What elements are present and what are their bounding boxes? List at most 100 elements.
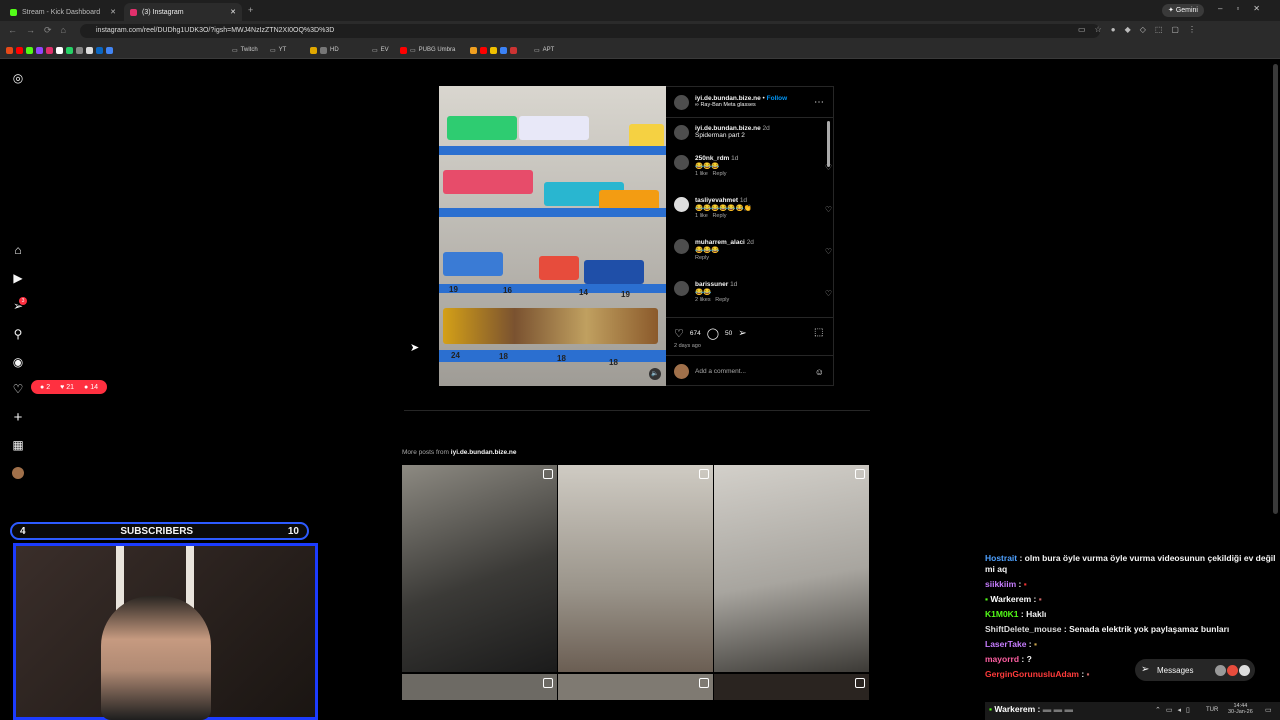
- bookmark-icons[interactable]: [6, 44, 113, 56]
- chat-text: : Haklı: [1018, 609, 1047, 619]
- profile-avatar[interactable]: [10, 465, 26, 481]
- bookmark-yt[interactable]: ▭ YT: [270, 44, 286, 56]
- comment-user[interactable]: 250nk_rdm: [695, 155, 729, 162]
- reply-link[interactable]: Reply: [712, 171, 726, 177]
- comment-user[interactable]: barissuner: [695, 281, 728, 288]
- instagram-logo-icon[interactable]: ◎: [10, 70, 26, 86]
- chat-user: Warkerem: [990, 594, 1032, 604]
- emote-icon: ▪: [1023, 579, 1027, 589]
- tray-icons[interactable]: ⌃▭◂▯: [1155, 706, 1195, 714]
- address-bar[interactable]: instagram.com/reel/DUDhg1UDK3O/?igsh=MWJ…: [80, 24, 1100, 38]
- bookmark-ev[interactable]: ▭ EV: [372, 44, 389, 56]
- home-icon[interactable]: ⌂: [10, 242, 26, 258]
- language-indicator[interactable]: TUR: [1206, 707, 1218, 713]
- comments-scrollbar[interactable]: [827, 121, 830, 167]
- commenter-avatar[interactable]: [674, 281, 689, 296]
- comment-heart-icon[interactable]: ♡: [825, 205, 832, 214]
- mouse-cursor: ➤: [410, 342, 420, 354]
- clock[interactable]: 14:44 30-Jan-26: [1228, 703, 1253, 715]
- caption-text: Spiderman part 2: [695, 132, 745, 139]
- close-icon[interactable]: ✕: [230, 8, 236, 16]
- sub-goal: 10: [287, 525, 299, 537]
- notification-center-icon[interactable]: ▭: [1265, 706, 1272, 714]
- reel-icon: [699, 678, 709, 688]
- price-tag: 19: [621, 290, 630, 299]
- more-options-icon[interactable]: ⋯: [814, 97, 824, 108]
- nav-buttons[interactable]: ←→⟳⌂: [8, 25, 75, 36]
- more-post-tile[interactable]: [714, 674, 869, 700]
- kick-icon: [10, 8, 17, 16]
- commenter-avatar[interactable]: [674, 197, 689, 212]
- like-heart-icon[interactable]: ♡: [674, 327, 684, 340]
- chat-user: mayorrd: [985, 654, 1020, 664]
- mute-icon[interactable]: 🔈: [649, 368, 661, 380]
- notifications-heart-icon[interactable]: ♡: [10, 381, 26, 397]
- comment-icon: ● 2: [40, 383, 51, 391]
- comment-heart-icon[interactable]: ♡: [825, 247, 832, 256]
- more-post-tile[interactable]: [402, 465, 557, 672]
- bookmark-label: EV: [380, 47, 389, 53]
- add-comment-input[interactable]: Add a comment...: [695, 368, 809, 375]
- add-comment-row: Add a comment... ☺: [674, 364, 824, 379]
- bookmarks-bar: ▭ Twitch ▭ YT HD ▭ EV ▭ PUBG Umbra ▭ APT: [0, 41, 1280, 59]
- bookmark-pubg[interactable]: ▭ PUBG Umbra: [400, 44, 455, 56]
- reply-link[interactable]: Reply: [695, 255, 709, 261]
- tab-label: (3) Instagram: [142, 8, 184, 16]
- more-post-tile[interactable]: [558, 674, 713, 700]
- emoji-icon[interactable]: ☺: [815, 367, 824, 377]
- reply-link[interactable]: Reply: [712, 213, 726, 219]
- comment-bubble-icon[interactable]: ◯: [707, 327, 719, 340]
- comment-user[interactable]: tasliyevahmet: [695, 197, 738, 204]
- messages-pill[interactable]: Messages: [1135, 659, 1255, 681]
- comment-item: tasliyevahmet 1d 😂😂😂😂😂😂👏 1 like Reply ♡: [674, 197, 832, 219]
- explore-icon[interactable]: ◉: [10, 354, 26, 370]
- search-icon[interactable]: ⚲: [10, 326, 26, 342]
- caption-user[interactable]: iyi.de.bundan.bize.ne: [695, 125, 761, 132]
- bookmark-hd[interactable]: HD: [310, 44, 339, 56]
- comment-user[interactable]: muharrem_alaci: [695, 239, 745, 246]
- tab-label: Stream - Kick Dashboard: [22, 8, 101, 16]
- streamer-avatar: [101, 596, 211, 720]
- comment-item: barissuner 1d 😂😂 2 likes Reply ♡: [674, 281, 832, 303]
- reels-icon[interactable]: ▶: [10, 270, 26, 286]
- save-bookmark-icon[interactable]: ⬚: [814, 327, 823, 338]
- comment-item: 250nk_rdm 1d 😂😂😂 1 like Reply ♡: [674, 155, 832, 177]
- gemini-button[interactable]: ✦ Gemini: [1162, 4, 1204, 17]
- share-icon[interactable]: ➢: [738, 328, 746, 339]
- new-tab-button[interactable]: +: [248, 5, 253, 15]
- post-media[interactable]: 24 18 18 18 19 16 14 19 🔈: [439, 86, 666, 386]
- commenter-avatar[interactable]: [674, 239, 689, 254]
- window-controls[interactable]: –▫✕: [1218, 4, 1274, 13]
- more-post-tile[interactable]: [558, 465, 713, 672]
- chat-user: Hostrait: [985, 553, 1018, 563]
- follow-button[interactable]: Follow: [767, 95, 788, 102]
- more-post-tile[interactable]: [402, 674, 557, 700]
- tab-instagram[interactable]: (3) Instagram ✕: [124, 3, 242, 21]
- author-avatar[interactable]: [674, 95, 689, 110]
- author-name[interactable]: iyi.de.bundan.bize.ne: [695, 95, 761, 102]
- author-avatar[interactable]: [674, 125, 689, 140]
- bookmark-extra-icons[interactable]: [470, 44, 517, 56]
- commenter-avatar[interactable]: [674, 155, 689, 170]
- more-posts-user[interactable]: iyi.de.bundan.bize.ne: [451, 449, 517, 456]
- chat-text: :: [1035, 704, 1043, 714]
- comment-heart-icon[interactable]: ♡: [825, 289, 832, 298]
- page-scrollbar[interactable]: [1273, 64, 1278, 514]
- message-avatars: [1215, 664, 1251, 676]
- sub-label: SUBSCRIBERS: [120, 525, 194, 537]
- reply-link[interactable]: Reply: [715, 297, 729, 303]
- comment-time: 1d: [731, 155, 739, 162]
- post-date: 2 days ago: [674, 343, 701, 349]
- tab-kick[interactable]: Stream - Kick Dashboard ✕: [4, 3, 122, 21]
- dashboard-icon[interactable]: ▦: [10, 437, 26, 453]
- price-tag: 18: [557, 354, 566, 363]
- more-post-tile[interactable]: [714, 465, 869, 672]
- bookmark-apt[interactable]: ▭ APT: [534, 44, 554, 56]
- create-icon[interactable]: +: [10, 409, 26, 426]
- notification-popup[interactable]: ● 2 ♥ 21 ● 14: [31, 380, 107, 394]
- url-text: instagram.com/reel/DUDhg1UDK3O/?igsh=MWJ…: [96, 27, 335, 34]
- comment-item: muharrem_alaci 2d 😂😂😂 Reply ♡: [674, 239, 832, 261]
- extension-icons[interactable]: ▭☆●◆◇⬚▢⋮: [1078, 25, 1205, 34]
- close-icon[interactable]: ✕: [110, 8, 116, 16]
- bookmark-twitch[interactable]: ▭ Twitch: [232, 44, 258, 56]
